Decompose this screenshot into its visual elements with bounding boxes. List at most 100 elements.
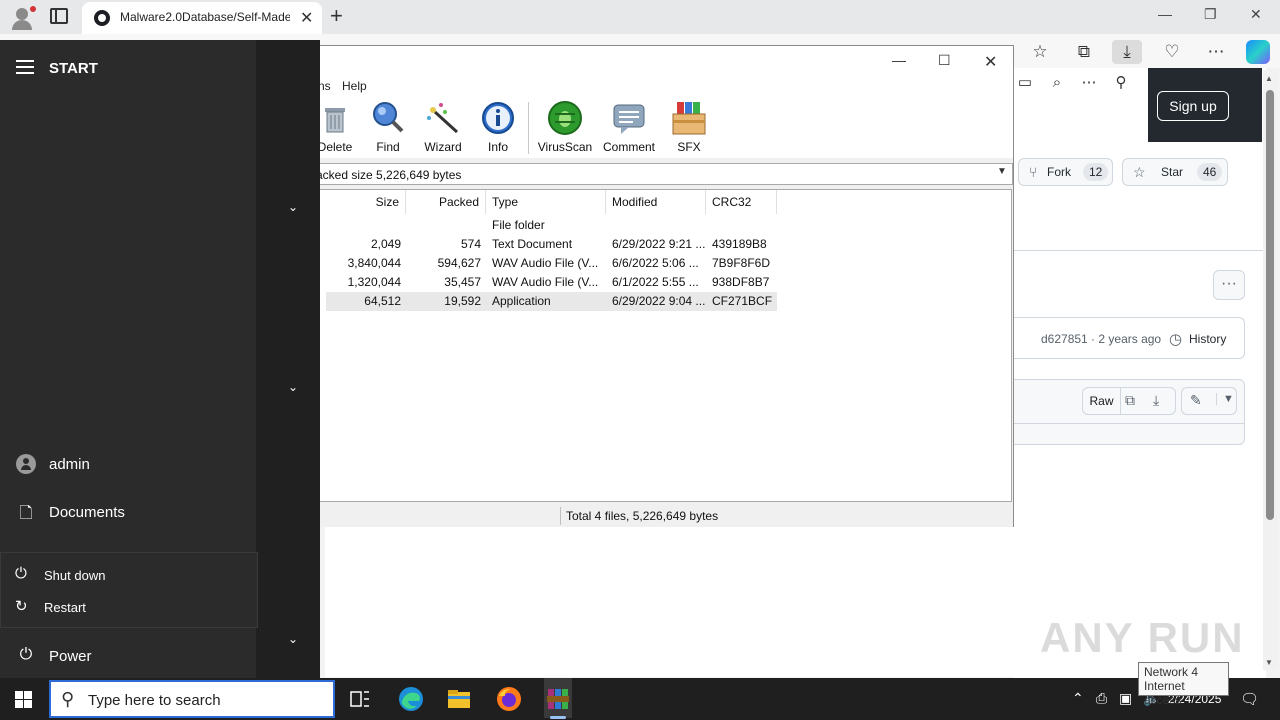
fork-button[interactable]: ⑂ Fork 12 (1018, 158, 1113, 186)
chevron-down-icon[interactable]: ⌄ (288, 632, 298, 646)
start-item-power[interactable]: ⏻ Power (0, 636, 256, 676)
start-item-user[interactable]: admin (0, 444, 256, 484)
browser-restore-button[interactable]: ❐ (1204, 6, 1217, 23)
tab-actions-icon[interactable] (50, 8, 68, 24)
info-button[interactable]: Info (467, 100, 529, 156)
search-icon: ⚲ (61, 689, 75, 709)
network-tooltip: Network 4 Internet access (1138, 662, 1229, 707)
more-options-button[interactable]: ··· (1213, 270, 1245, 300)
restart-option[interactable]: ↻ Restart (1, 591, 257, 623)
virusscan-button[interactable]: VirusScan (534, 100, 596, 156)
info-icon (482, 102, 514, 134)
wizard-button[interactable]: Wizard (412, 100, 474, 156)
raw-button[interactable]: Raw (1083, 388, 1121, 414)
collections-icon[interactable]: ⧉ (1069, 40, 1099, 64)
shut-down-option[interactable]: ⏻ Shut down (1, 559, 257, 591)
cell-crc32: 938DF8B7 (712, 275, 770, 289)
edge-icon[interactable] (398, 686, 424, 712)
new-tab-button[interactable]: + (330, 3, 343, 29)
power-icon: ⏻ (19, 646, 33, 663)
copilot-icon[interactable] (1246, 40, 1270, 64)
file-explorer-icon[interactable] (446, 686, 472, 712)
chevron-down-icon[interactable]: ⌄ (288, 200, 298, 214)
user-avatar-icon (16, 454, 36, 474)
favorites-icon[interactable]: ☆ (1025, 40, 1055, 64)
hamburger-menu-icon[interactable] (16, 60, 34, 74)
sign-up-button[interactable]: Sign up (1157, 91, 1229, 121)
browser-essentials-icon[interactable]: ♡ (1157, 40, 1187, 64)
start-item-documents[interactable]: 🗋 Documents (0, 492, 256, 532)
chevron-down-icon[interactable]: ▼ (997, 166, 1007, 177)
wizard-icon (427, 103, 459, 134)
network-icon[interactable]: ▣ (1119, 690, 1132, 707)
power-label: Power (49, 648, 92, 665)
shut-down-label: Shut down (44, 568, 106, 583)
chevron-down-icon[interactable]: ⌄ (288, 380, 298, 394)
table-row[interactable]: File folder (326, 216, 777, 235)
cell-size: 2,049 (370, 237, 401, 251)
divider (1014, 423, 1244, 424)
profile-avatar-icon[interactable] (8, 4, 36, 30)
downloads-icon[interactable]: ⤓ (1112, 40, 1142, 64)
history-icon[interactable]: ◷ (1169, 330, 1182, 348)
scroll-down-icon[interactable]: ▼ (1265, 658, 1273, 667)
commit-info[interactable]: d627851 · 2 years ago (1041, 332, 1161, 346)
power-options-flyout: ⏻ Shut down ↻ Restart (0, 552, 258, 628)
scroll-up-icon[interactable]: ▲ (1265, 74, 1273, 83)
cell-size: 1,320,044 (347, 275, 401, 289)
table-row-selected[interactable]: 64,512 19,592 Application 6/29/2022 9:04… (326, 292, 777, 311)
winrar-icon[interactable] (545, 686, 571, 712)
page-scrollbar[interactable]: ▲ ▼ (1263, 70, 1277, 670)
pencil-icon[interactable]: ✎ (1190, 392, 1202, 409)
table-row[interactable]: 1,320,044 35,457 WAV Audio File (V... 6/… (326, 273, 777, 292)
column-header-modified[interactable]: Modified (606, 190, 706, 214)
pin-icon[interactable]: ⚲ (1106, 71, 1136, 95)
winrar-minimize-button[interactable]: — (892, 52, 906, 68)
column-header-type[interactable]: Type (486, 190, 606, 214)
browser-close-button[interactable]: ✕ (1250, 6, 1262, 23)
file-list: Size Packed Type Modified CRC32 File fol… (320, 189, 1012, 502)
column-header-size[interactable]: Size (320, 190, 406, 214)
taskbar-search-box[interactable]: ⚲ Type here to search (49, 680, 335, 718)
firefox-icon[interactable] (496, 686, 522, 712)
browser-minimize-button[interactable]: — (1158, 6, 1172, 22)
winrar-maximize-button[interactable]: ☐ (938, 52, 951, 69)
tab-title: Malware2.0Database/Self-Made/ (120, 10, 290, 24)
start-menu-app-list (256, 40, 320, 678)
chevron-down-icon[interactable]: ▼ (1216, 393, 1234, 405)
virusscan-icon (548, 101, 582, 135)
find-button[interactable]: Find (357, 100, 419, 156)
chevron-up-icon[interactable]: ⌃ (1072, 690, 1084, 707)
column-header-crc32[interactable]: CRC32 (706, 190, 777, 214)
winrar-titlebar[interactable]: — ☐ ✕ (320, 46, 1013, 76)
folder-icon[interactable]: ▭ (1010, 71, 1040, 95)
fork-icon: ⑂ (1029, 164, 1038, 180)
download-icon[interactable]: ⤓ (1153, 392, 1159, 409)
column-header-packed[interactable]: Packed (406, 190, 486, 214)
copy-icon[interactable]: ⧉ (1125, 392, 1135, 409)
task-view-icon[interactable] (347, 686, 373, 712)
comment-button[interactable]: Comment (598, 100, 660, 156)
find-label: Find (376, 140, 400, 154)
more-icon[interactable]: ⋯ (1201, 40, 1231, 64)
sfx-label: SFX (677, 140, 701, 154)
ellipsis-icon[interactable]: ⋯ (1074, 71, 1104, 95)
windows-start-icon[interactable] (15, 691, 32, 708)
tab-close-icon[interactable]: ✕ (300, 8, 313, 28)
star-button[interactable]: ☆ Star 46 (1122, 158, 1228, 186)
browser-tab-active[interactable]: Malware2.0Database/Self-Made/ ✕ (82, 2, 322, 34)
scrollbar-thumb[interactable] (1266, 90, 1274, 520)
menu-help[interactable]: Help (342, 79, 367, 93)
search-icon[interactable]: ⌕ (1042, 71, 1072, 95)
table-row[interactable]: 3,840,044 594,627 WAV Audio File (V... 6… (326, 254, 777, 273)
archive-path-bar[interactable]: acked size 5,226,649 bytes ▼ (316, 163, 1013, 185)
winrar-close-button[interactable]: ✕ (984, 52, 997, 72)
notifications-icon[interactable]: 🗨 (1240, 690, 1259, 708)
cell-type: WAV Audio File (V... (492, 256, 599, 270)
sfx-button[interactable]: SFX (658, 100, 720, 156)
wizard-label: Wizard (424, 140, 462, 154)
find-icon (373, 102, 404, 133)
history-link[interactable]: History (1189, 332, 1226, 346)
table-row[interactable]: 2,049 574 Text Document 6/29/2022 9:21 .… (326, 235, 777, 254)
device-icon[interactable]: ⎙ (1096, 690, 1107, 707)
